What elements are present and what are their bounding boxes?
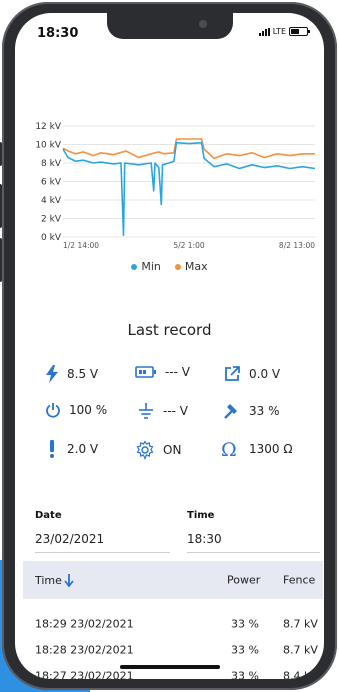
output-voltage-stat: 8.5 V [45, 365, 98, 383]
settings-status-value: ON [163, 443, 182, 457]
y-tick-label: 12 kV [35, 122, 62, 132]
output-voltage-value: 8.5 V [67, 367, 99, 381]
cell-power: 33 % [231, 669, 259, 680]
hammer-icon [224, 404, 237, 419]
y-tick-label: 2 kV [41, 215, 62, 225]
legend-item-max[interactable]: Max [174, 260, 208, 273]
ground-icon [139, 403, 153, 419]
date-label: Date [35, 510, 62, 521]
table-header: Time Power Fence [23, 561, 323, 599]
power-percent-value: 100 % [69, 403, 108, 417]
cell-power: 33 % [231, 617, 259, 631]
cell-time: 18:29 23/02/2021 [35, 617, 134, 631]
status-indicators: LTE [258, 27, 310, 36]
y-tick-label: 6 kV [41, 178, 62, 188]
camera-icon [199, 20, 207, 28]
y-tick-label: 0 kV [41, 233, 62, 243]
cell-power: 33 % [231, 643, 259, 657]
time-field[interactable]: 18:30 [187, 532, 320, 553]
y-tick-label: 8 kV [41, 159, 62, 169]
ground-voltage-value: --- V [163, 404, 189, 418]
last-record-title: Last record [127, 321, 212, 339]
cell-fence: 8.7 kV [283, 643, 318, 657]
exclamation-icon [50, 440, 54, 458]
y-tick-label: 4 kV [41, 196, 62, 206]
x-tick-label: 1/2 14:00 [63, 241, 99, 250]
legend-dot-max [174, 263, 181, 270]
cell-fence: 8.4 kV [283, 669, 318, 680]
alarm-voltage-value: 2.0 V [67, 442, 99, 456]
chart-legend: Min Max [15, 260, 324, 273]
battery-icon [289, 27, 310, 36]
home-indicator[interactable] [120, 665, 220, 669]
legend-dot-min [131, 263, 138, 270]
x-tick-label: 5/2 1:00 [173, 241, 205, 250]
phone-frame: 18:30 LTE 12 kV 10 kV 8 kV 6 kV 4 kV 2 kV 0 kV… [0, 2, 337, 690]
battery-voltage-stat: --- V [135, 365, 190, 379]
cell-time: 18:28 23/02/2021 [35, 643, 134, 657]
ground-voltage-stat: --- V [137, 402, 188, 420]
volume-down-button [0, 238, 2, 282]
battery-voltage-value: --- V [165, 365, 191, 379]
external-voltage-stat: 0.0 V [223, 365, 280, 383]
lightning-icon [46, 365, 58, 383]
status-time: 18:30 [37, 26, 79, 41]
y-tick-label: 10 kV [35, 141, 62, 151]
series-line-min [62, 141, 316, 236]
signal-icon [258, 27, 270, 36]
column-time-label: Time [35, 573, 62, 587]
column-time-header[interactable]: Time [35, 573, 74, 587]
table-row[interactable]: 18:28 23/02/2021 33 % 8.7 kV [23, 637, 323, 663]
battery-stat-icon [135, 366, 156, 378]
column-fence-header[interactable]: Fence [283, 574, 315, 587]
external-link-icon [225, 366, 240, 381]
cell-time: 18:27 23/02/2021 [35, 669, 134, 680]
settings-status-stat: ON [135, 440, 181, 460]
time-label: Time [187, 510, 215, 521]
resistance-value: 1300 Ω [249, 442, 293, 456]
resistance-stat: Ω 1300 Ω [221, 440, 293, 458]
volume-up-button [0, 184, 2, 228]
legend-label-max: Max [184, 260, 208, 273]
hammer-percent-stat: 33 % [223, 402, 280, 420]
power-icon [46, 403, 60, 418]
table-row[interactable]: 18:29 23/02/2021 33 % 8.7 kV [23, 611, 323, 637]
status-bar: 18:30 LTE [15, 13, 324, 53]
ohm-icon: Ω [221, 440, 237, 458]
column-power-header[interactable]: Power [227, 574, 260, 587]
voltage-chart[interactable]: 12 kV 10 kV 8 kV 6 kV 4 kV 2 kV 0 kV1/2 14:00 5… [15, 108, 324, 278]
power-percent-stat: 100 % [45, 402, 107, 418]
cell-fence: 8.7 kV [283, 617, 318, 631]
x-tick-label: 8/2 13:00 [279, 241, 315, 250]
date-field[interactable]: 23/02/2021 [35, 532, 170, 553]
series-line-max [62, 138, 315, 160]
svg-text:Ω: Ω [221, 440, 237, 458]
mute-switch [0, 142, 2, 166]
alarm-voltage-stat: 2.0 V [49, 440, 98, 458]
network-label: LTE [272, 27, 286, 36]
notch [107, 13, 233, 39]
legend-item-min[interactable]: Min [131, 260, 161, 273]
external-voltage-value: 0.0 V [249, 367, 281, 381]
hammer-percent-value: 33 % [249, 404, 280, 418]
app-screen: 18:30 LTE 12 kV 10 kV 8 kV 6 kV 4 kV 2 kV 0 kV… [15, 13, 324, 679]
legend-label-min: Min [141, 260, 161, 273]
gear-icon [136, 440, 154, 460]
sort-down-icon [64, 574, 74, 587]
